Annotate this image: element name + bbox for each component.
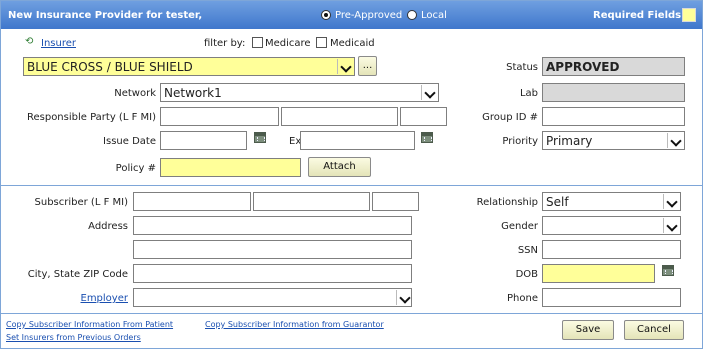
insurer-select[interactable]: BLUE CROSS / BLUE SHIELD — [23, 57, 355, 76]
dob-label: DOB — [515, 269, 538, 280]
refresh-icon[interactable]: ⟲ — [25, 36, 33, 47]
issue-date-label: Issue Date — [103, 136, 156, 147]
priority-value: Primary — [546, 134, 593, 148]
cancel-button[interactable]: Cancel — [624, 320, 684, 340]
medicaid-label: Medicaid — [330, 38, 375, 49]
copy-from-guarantor-link[interactable]: Copy Subscriber Information from Guarant… — [205, 320, 384, 329]
network-value: Network1 — [164, 86, 222, 100]
medicare-checkbox[interactable] — [252, 37, 263, 48]
status-field: APPROVED — [542, 57, 685, 76]
save-button[interactable]: Save — [562, 320, 614, 340]
chevron-down-icon — [421, 85, 437, 100]
group-id-label: Group ID # — [482, 112, 538, 123]
employer-link[interactable]: Employer — [2, 293, 129, 304]
chevron-down-icon — [663, 194, 679, 209]
subscriber-last-input[interactable] — [133, 192, 251, 211]
priority-select[interactable]: Primary — [542, 131, 685, 150]
title-bar: New Insurance Provider for tester, Pre-A… — [1, 1, 702, 29]
chevron-down-icon — [663, 218, 679, 233]
chevron-down-icon — [667, 133, 683, 148]
chevron-down-icon — [337, 59, 353, 74]
responsible-party-label: Responsible Party (L F MI) — [26, 112, 156, 123]
pre-approved-radio[interactable] — [321, 10, 331, 20]
policy-label: Policy # — [115, 163, 156, 174]
calendar-icon[interactable] — [254, 132, 266, 143]
section-divider — [1, 185, 702, 186]
medicare-label: Medicare — [265, 38, 311, 49]
address-line2-input[interactable] — [133, 240, 412, 259]
set-insurers-previous-orders-link[interactable]: Set Insurers from Previous Orders — [6, 333, 141, 342]
employer-select[interactable] — [133, 288, 412, 307]
relationship-label: Relationship — [476, 197, 538, 208]
local-label[interactable]: Local — [421, 10, 447, 21]
expires-input[interactable] — [300, 131, 415, 150]
policy-input[interactable] — [160, 158, 301, 177]
responsible-party-mi-input[interactable] — [400, 107, 447, 126]
chevron-down-icon — [396, 290, 410, 305]
subscriber-mi-input[interactable] — [372, 192, 419, 211]
address-label: Address — [88, 221, 128, 232]
phone-input[interactable] — [542, 288, 681, 307]
ssn-label: SSN — [517, 245, 538, 256]
filter-by-label: filter by: — [204, 38, 246, 49]
phone-label: Phone — [507, 293, 538, 304]
responsible-party-first-input[interactable] — [281, 107, 398, 126]
required-fields-label: Required Fields — [593, 10, 682, 21]
attach-button[interactable]: Attach — [308, 157, 371, 177]
required-color-swatch — [682, 8, 696, 22]
dialog-title: New Insurance Provider for tester, — [8, 10, 203, 21]
medicaid-checkbox[interactable] — [316, 37, 327, 48]
lab-label: Lab — [519, 88, 538, 99]
status-label: Status — [506, 62, 538, 73]
footer-divider — [1, 313, 702, 314]
calendar-icon[interactable] — [421, 132, 433, 143]
network-select[interactable]: Network1 — [160, 83, 439, 102]
pre-approved-label[interactable]: Pre-Approved — [335, 10, 402, 21]
issue-date-input[interactable] — [160, 131, 247, 150]
city-state-zip-input[interactable] — [133, 264, 412, 283]
status-value: APPROVED — [546, 60, 620, 74]
relationship-value: Self — [546, 195, 569, 209]
local-radio[interactable] — [407, 10, 417, 20]
network-label: Network — [114, 88, 156, 99]
gender-select[interactable] — [542, 216, 681, 235]
relationship-select[interactable]: Self — [542, 192, 681, 211]
insurer-value: BLUE CROSS / BLUE SHIELD — [27, 60, 193, 74]
insurer-browse-button[interactable]: ... — [358, 56, 377, 76]
copy-from-patient-link[interactable]: Copy Subscriber Information From Patient — [6, 320, 173, 329]
priority-label: Priority — [502, 136, 538, 147]
lab-field — [542, 83, 685, 102]
dob-input[interactable] — [542, 264, 655, 283]
ssn-input[interactable] — [542, 240, 681, 259]
subscriber-label: Subscriber (L F MI) — [34, 197, 128, 208]
responsible-party-last-input[interactable] — [160, 107, 279, 126]
city-state-zip-label: City, State ZIP Code — [27, 269, 128, 280]
gender-label: Gender — [501, 221, 538, 232]
address-line1-input[interactable] — [133, 216, 412, 235]
subscriber-first-input[interactable] — [253, 192, 370, 211]
calendar-icon[interactable] — [662, 265, 674, 276]
insurer-link[interactable]: Insurer — [41, 38, 76, 49]
group-id-input[interactable] — [542, 107, 685, 126]
